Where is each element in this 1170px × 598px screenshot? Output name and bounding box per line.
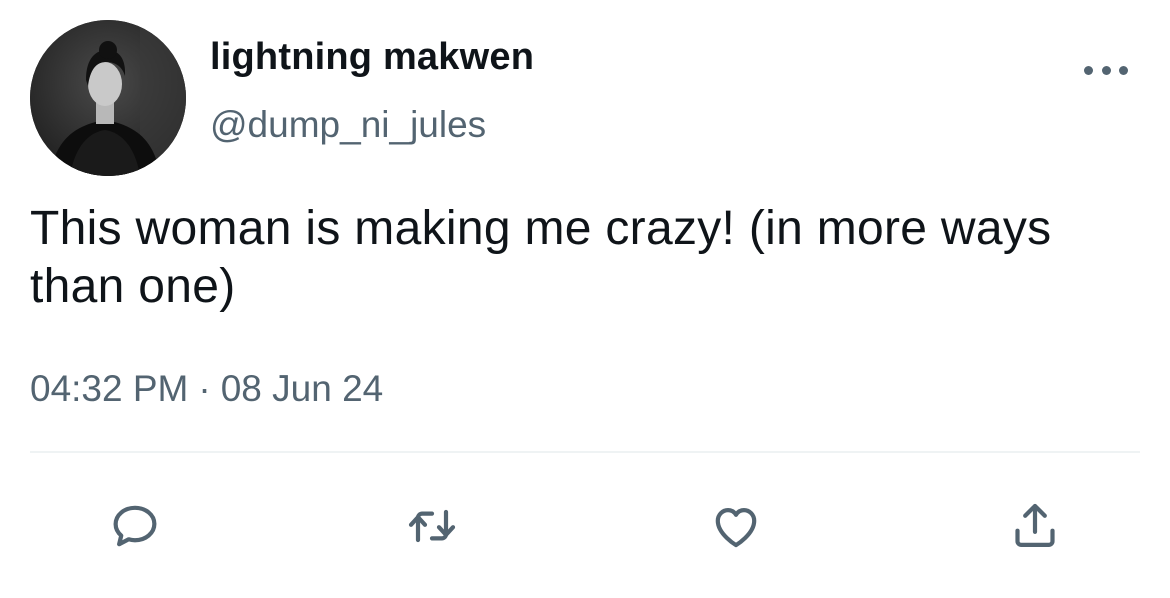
more-horizontal-icon[interactable] [1084,58,1128,82]
share-button[interactable] [1007,498,1063,554]
avatar-photo [30,20,186,176]
heart-icon [715,508,757,548]
like-button[interactable] [708,498,764,554]
retweet-button[interactable] [404,498,460,554]
display-name[interactable]: lightning makwen [210,36,534,79]
tweet-time[interactable]: 04:32 PM [30,368,188,409]
more-dot [1084,65,1093,75]
meta-separator: · [198,368,211,409]
reply-bubble-icon [113,505,157,547]
retweet-icon [408,509,456,543]
tweet-date[interactable]: 08 Jun 24 [221,368,384,409]
avatar[interactable] [30,20,186,176]
tweet-metadata: 04:32 PM · 08 Jun 24 [30,368,383,410]
user-handle[interactable]: @dump_ni_jules [210,104,486,146]
more-dot [1119,65,1128,75]
reply-button[interactable] [107,498,163,554]
action-divider [30,451,1140,453]
share-upload-icon [1015,503,1055,547]
tweet-text: This woman is making me crazy! (in more … [30,202,1052,313]
more-dot [1101,65,1111,75]
